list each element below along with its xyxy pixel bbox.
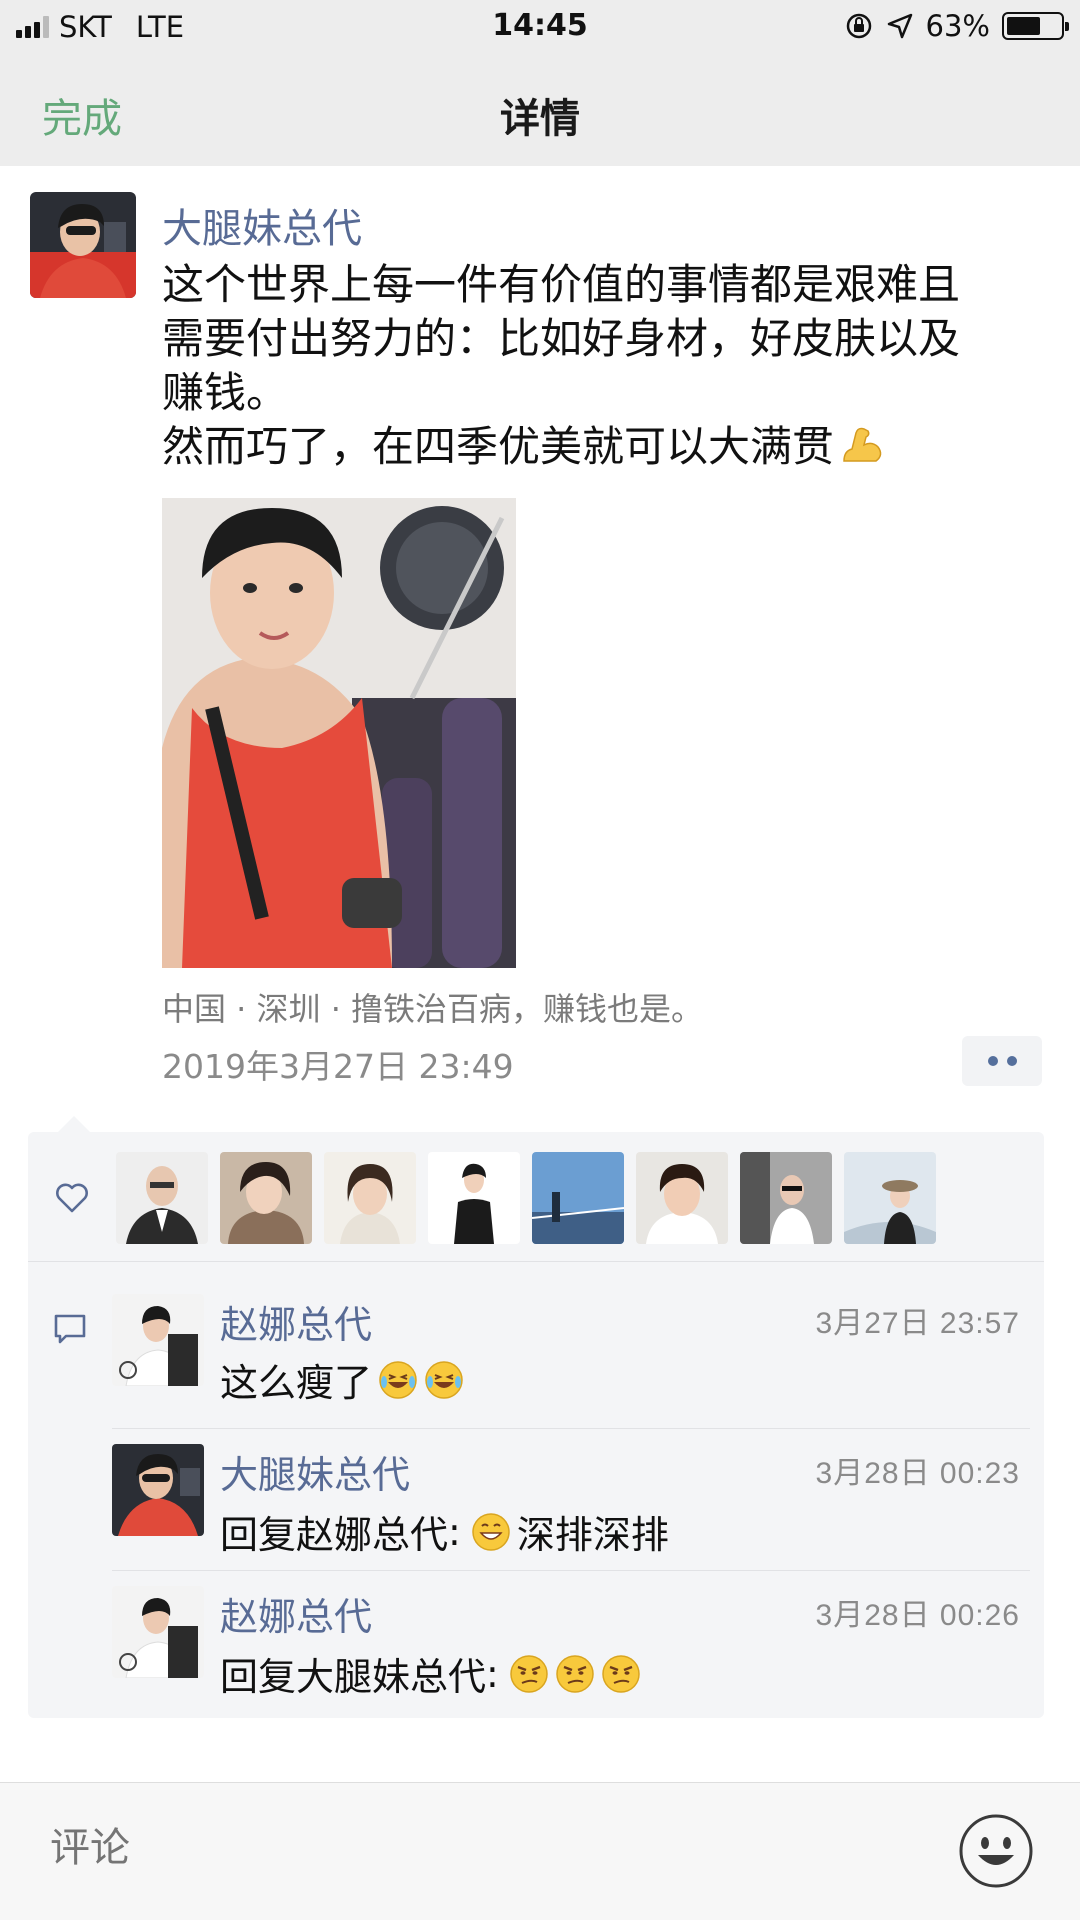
smirk-emoji <box>602 1654 640 1693</box>
commenter-avatar[interactable] <box>112 1444 204 1536</box>
laughing-tears-emoji <box>379 1360 417 1399</box>
reply-target-name[interactable]: 大腿妹总代 <box>296 1646 486 1701</box>
comment-bar <box>0 1782 1080 1920</box>
location-arrow-icon <box>887 13 912 39</box>
comment-divider <box>112 1570 1030 1571</box>
comment-time: 3月28日 00:23 <box>815 1457 1020 1490</box>
commenter-name[interactable]: 大腿妹总代 <box>220 1444 410 1499</box>
reply-prefix: 回复 <box>220 1513 297 1557</box>
liker-avatar[interactable] <box>116 1152 208 1244</box>
interaction-panel: 赵娜总代 3月27日 23:57 这么瘦了 大腿妹总代 3月28日 00:23 … <box>28 1116 1044 1718</box>
post-text: 这个世界上每一件有价值的事情都是艰难且 需要付出努力的：比如好身材，好皮肤以及 … <box>162 258 1042 474</box>
comment-input[interactable] <box>50 1825 850 1871</box>
reply-separator: : <box>486 1651 499 1696</box>
comment-divider <box>112 1428 1030 1429</box>
liker-avatar[interactable] <box>220 1152 312 1244</box>
commenter-name[interactable]: 赵娜总代 <box>220 1294 372 1349</box>
comment-time: 3月28日 00:26 <box>815 1599 1020 1632</box>
liker-avatar[interactable] <box>428 1152 520 1244</box>
reply-separator: : <box>448 1509 461 1554</box>
post-location[interactable]: 中国 · 深圳 · 撸铁治百病，赚钱也是。 <box>162 984 703 1030</box>
status-bar: SKT LTE 14:45 63% <box>0 0 1080 56</box>
rotation-lock-icon <box>846 13 871 39</box>
dot-icon <box>987 1056 998 1066</box>
comment-item[interactable]: 大腿妹总代 3月28日 00:23 回复 赵娜总代: 深排深排 <box>28 1430 1044 1570</box>
post-author-avatar[interactable] <box>30 192 136 298</box>
status-right: 63% <box>844 9 1069 43</box>
comment-body: 深排深排 <box>516 1513 669 1557</box>
comment-text: 回复 赵娜总代: 深排深排 <box>220 1504 669 1559</box>
grinning-emoji <box>472 1512 510 1551</box>
liker-avatar[interactable] <box>324 1152 416 1244</box>
smirk-emoji <box>510 1654 548 1693</box>
comment-item[interactable]: 赵娜总代 3月28日 00:26 回复 大腿妹总代: <box>28 1572 1044 1712</box>
commenter-name[interactable]: 赵娜总代 <box>220 1586 372 1641</box>
smirk-emoji <box>556 1654 594 1693</box>
dot-icon <box>1006 1056 1017 1066</box>
commenter-avatar[interactable] <box>112 1586 204 1678</box>
post-photo[interactable] <box>162 498 516 968</box>
nav-bar: 完成 详情 <box>0 56 1080 166</box>
liker-avatar[interactable] <box>636 1152 728 1244</box>
comment-text: 这么瘦了 <box>220 1352 470 1407</box>
comment-text: 回复 大腿妹总代: <box>220 1646 647 1701</box>
comment-body: 这么瘦了 <box>220 1361 373 1405</box>
smiley-face-icon[interactable] <box>958 1813 1034 1889</box>
commenter-avatar[interactable] <box>112 1294 204 1386</box>
liker-avatar[interactable] <box>844 1152 936 1244</box>
comment-time: 3月27日 23:57 <box>815 1307 1020 1340</box>
battery-level <box>1007 17 1040 35</box>
likes-row <box>28 1132 1044 1262</box>
page-title: 详情 <box>500 96 580 142</box>
comment-bubble-icon <box>54 1314 86 1344</box>
more-actions-button[interactable] <box>962 1036 1042 1086</box>
comment-item[interactable]: 赵娜总代 3月27日 23:57 这么瘦了 <box>28 1262 1044 1405</box>
post-author-name[interactable]: 大腿妹总代 <box>162 196 362 254</box>
reply-target-name[interactable]: 赵娜总代 <box>296 1504 448 1559</box>
laughing-tears-emoji <box>425 1360 463 1399</box>
liker-avatar[interactable] <box>740 1152 832 1244</box>
post-timestamp: 2019年3月27日 23:49 <box>162 1047 514 1086</box>
liker-avatar[interactable] <box>532 1152 624 1244</box>
battery-icon <box>1002 12 1069 40</box>
flexed-biceps-emoji <box>843 427 882 462</box>
reply-prefix: 回复 <box>220 1655 297 1699</box>
heart-icon <box>56 1183 88 1213</box>
battery-percent: 63% <box>925 9 990 43</box>
